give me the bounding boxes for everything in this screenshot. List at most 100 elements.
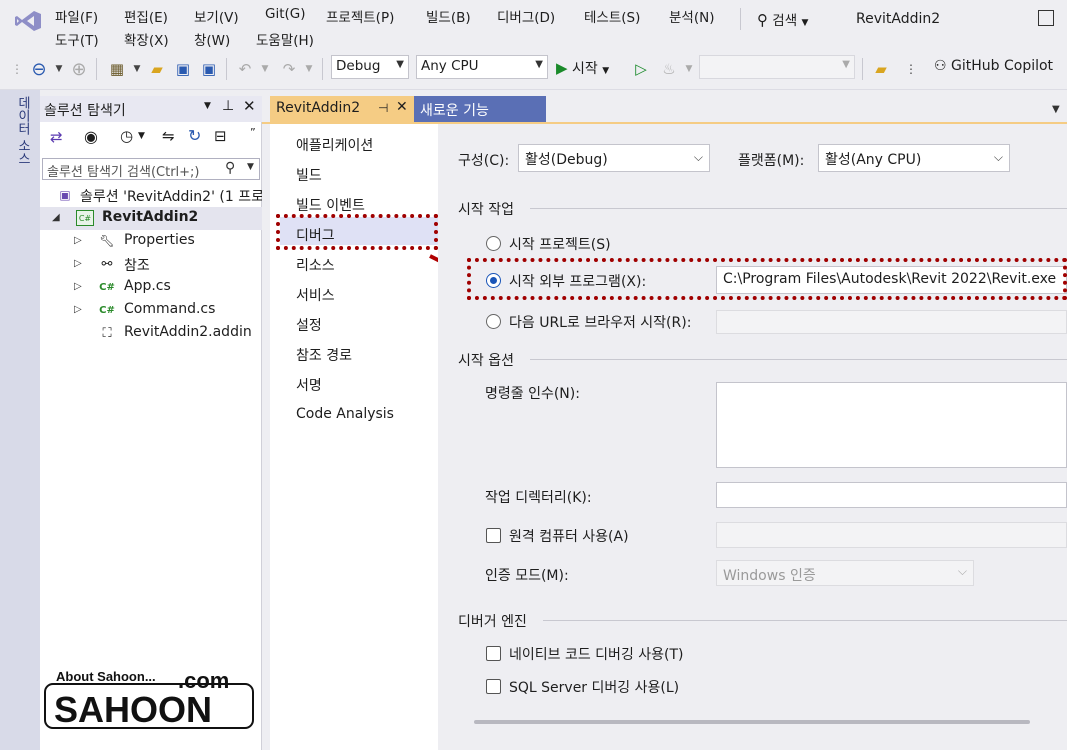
start-project-radio[interactable] [486,236,501,251]
collapsed-caret-icon[interactable]: ▷ [74,281,82,292]
new-project-icon[interactable]: ▦ [106,58,128,80]
refresh-icon[interactable]: ↻ [188,126,201,145]
github-copilot-button[interactable]: ⚇ GitHub Copilot [934,58,1053,74]
working-directory-input[interactable] [716,482,1067,508]
chevron-down-icon: ▼ [535,59,543,70]
solution-explorer-search-input[interactable]: 솔루션 탐색기 검색(Ctrl+;) ⚲ ▼ [42,158,260,180]
globe-icon[interactable]: ◉ [84,127,98,146]
command-line-args-input[interactable] [716,382,1067,468]
expanded-caret-icon[interactable]: ◢ [52,212,60,223]
tab-list-dropdown-icon[interactable]: ▼ [1052,104,1060,115]
solution-config-select[interactable]: Debug ▼ [331,55,409,79]
native-code-debug-label: 네이티브 코드 디버깅 사용(T) [509,647,684,663]
chevron-down-icon[interactable]: ▼ [204,101,211,111]
nav-item-code-analysis[interactable]: Code Analysis [296,406,394,422]
tree-item-project[interactable]: ◢ C# RevitAddin2 [40,207,262,230]
chevron-down-icon[interactable]: ▼ [678,58,700,80]
redo-icon[interactable]: ↷ [278,58,300,80]
nav-item-services[interactable]: 서비스 [296,285,335,305]
start-debugging-button[interactable]: ▶ 시작 ▼ [556,58,609,78]
collapsed-caret-icon[interactable]: ▷ [74,304,82,315]
menu-edit[interactable]: 편집(E) [124,6,168,26]
navigate-back-icon[interactable]: ⊖ [28,58,50,80]
nav-item-signing[interactable]: 서명 [296,375,322,395]
hot-reload-icon[interactable]: ♨ [658,58,680,80]
chevron-down-icon[interactable]: ▼ [138,131,145,141]
menu-extensions[interactable]: 확장(X) [124,29,169,49]
undo-icon[interactable]: ↶ [234,58,256,80]
menu-window[interactable]: 창(W) [194,29,230,49]
copilot-icon: ⚇ [934,58,947,74]
nav-item-settings[interactable]: 설정 [296,315,322,335]
maximize-icon[interactable] [1038,10,1054,26]
native-code-debug-checkbox[interactable] [486,646,501,661]
menu-file[interactable]: 파일(F) [55,6,98,26]
close-icon[interactable]: ✕ [396,99,408,115]
nav-item-reference-paths[interactable]: 참조 경로 [296,345,352,365]
solution-platform-select[interactable]: Any CPU ▼ [416,55,548,79]
close-icon[interactable]: ✕ [243,97,256,115]
csharp-file-icon: C# [99,281,115,293]
nav-item-build[interactable]: 빌드 [296,165,322,185]
save-icon[interactable]: ▣ [172,58,194,80]
find-in-files-icon[interactable]: ▰ [870,58,892,80]
menu-analyze[interactable]: 분석(N) [669,6,714,26]
tree-item-app-cs[interactable]: ▷ C# App.cs [40,276,262,299]
references-icon: ⚯ [101,256,113,272]
project-properties-nav: 애플리케이션 빌드 빌드 이벤트 디버그 리소스 서비스 설정 참조 경로 서명… [270,124,438,750]
global-search-button[interactable]: ⚲ 검색 ▼ [757,9,808,29]
start-url-input[interactable] [716,310,1067,334]
start-url-radio[interactable] [486,314,501,329]
remote-machine-input[interactable] [716,522,1067,548]
startup-item-select[interactable]: ▼ [699,55,855,79]
tree-item-addin[interactable]: ⛶ RevitAddin2.addin [40,322,262,345]
collapsed-caret-icon[interactable]: ▷ [74,235,82,246]
horizontal-scrollbar[interactable] [474,720,1030,724]
save-all-icon[interactable]: ▣ [198,58,220,80]
tab-whats-new[interactable]: 새로운 기능 [414,96,546,122]
config-select[interactable]: 활성(Debug) ⌵ [518,144,710,172]
auth-mode-select[interactable]: Windows 인증 ⌵ [716,560,974,586]
external-program-highlight-box [467,258,1067,300]
nav-item-application[interactable]: 애플리케이션 [296,135,373,155]
menu-help[interactable]: 도움말(H) [256,29,314,49]
sql-server-debug-checkbox[interactable] [486,679,501,694]
chevron-down-icon: ⌵ [957,564,967,578]
section-divider [543,620,1067,621]
sync-icon[interactable]: ⇋ [162,127,175,145]
pin-icon[interactable]: ⊣ [378,101,388,115]
tree-item-properties[interactable]: ▷ 🔧︎ Properties [40,230,262,253]
switch-views-icon[interactable]: ⇄ [50,128,63,146]
overflow-icon[interactable]: ” [250,126,256,139]
collapse-all-icon[interactable]: ⊟ [214,127,227,145]
menu-debug[interactable]: 디버그(D) [497,6,555,26]
tree-item-solution[interactable]: ▣ 솔루션 'RevitAddin2' (1 프로 [40,184,262,207]
menu-build[interactable]: 빌드(B) [426,6,471,26]
collapsed-caret-icon[interactable]: ▷ [74,258,82,269]
menu-view[interactable]: 보기(V) [194,6,239,26]
nav-item-build-events[interactable]: 빌드 이벤트 [296,195,365,215]
chevron-down-icon[interactable]: ▼ [126,58,148,80]
history-icon[interactable]: ◷ [120,127,133,145]
menu-git[interactable]: Git(G) [265,6,306,22]
tab-revitaddin2[interactable]: RevitAddin2 ⊣ ✕ [270,96,414,122]
chevron-down-icon[interactable]: ▼ [298,58,320,80]
open-folder-icon[interactable]: ▰ [146,58,168,80]
solution-config-value: Debug [336,58,381,74]
data-sources-tab[interactable]: 데이터 소스 [8,96,32,165]
platform-select[interactable]: 활성(Any CPU) ⌵ [818,144,1010,172]
navigate-forward-icon[interactable]: ⊕ [68,58,90,80]
chevron-down-icon[interactable]: ▼ [48,58,70,80]
chevron-down-icon[interactable]: ▼ [254,58,276,80]
toolbar-overflow-icon[interactable]: ⋮ [900,58,922,80]
start-without-debugging-icon[interactable]: ▷ [630,58,652,80]
menu-project[interactable]: 프로젝트(P) [326,6,394,26]
menu-tools[interactable]: 도구(T) [55,29,99,49]
nav-item-resources[interactable]: 리소스 [296,255,335,275]
tree-item-command-cs[interactable]: ▷ C# Command.cs [40,299,262,322]
tree-item-references[interactable]: ▷ ⚯ 참조 [40,253,262,276]
pin-icon[interactable]: ⊥ [222,98,234,114]
remote-machine-checkbox[interactable] [486,528,501,543]
menu-test[interactable]: 테스트(S) [584,6,640,26]
watermark-tagline: About Sahoon... [56,670,156,684]
